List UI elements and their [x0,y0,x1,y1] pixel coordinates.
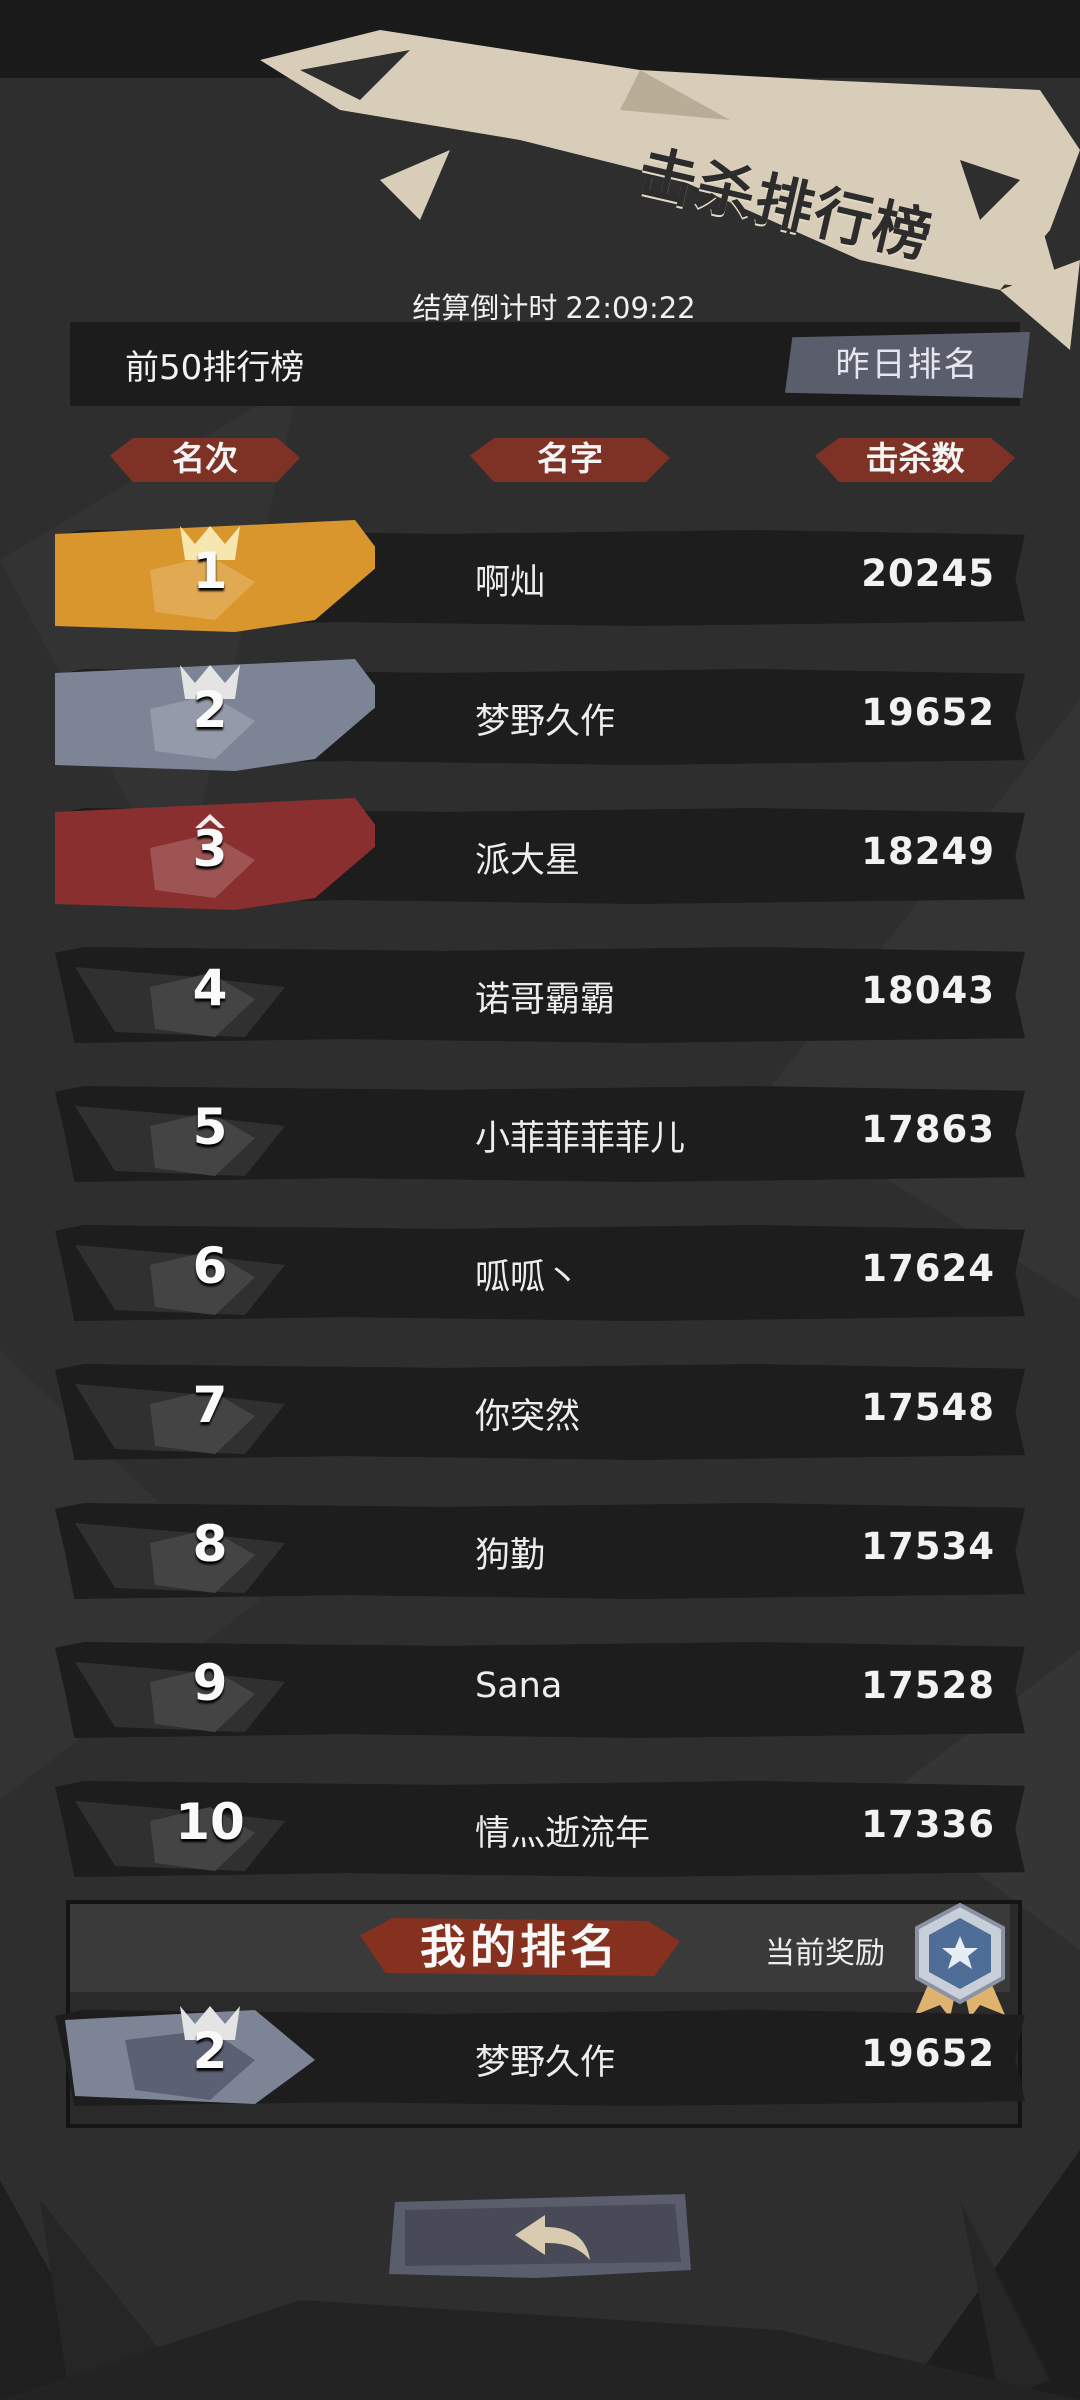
settlement-countdown: 结算倒计时 22:09:22 [330,285,770,327]
kill-count: 17336 [861,1803,995,1846]
countdown-label: 结算倒计时 [412,291,558,325]
table-row: 8 狗勤 17534 [55,1493,1025,1605]
back-button[interactable] [385,2190,695,2280]
player-name: 小菲菲菲菲儿 [475,1119,686,1159]
player-name: Sana [475,1666,563,1706]
table-row: 2 梦野久作 19652 [55,659,1025,771]
kill-count: 17863 [861,1108,995,1151]
column-header-kills: 击杀数 [815,432,1015,486]
column-header-rank: 名次 [110,432,300,486]
kill-count: 17534 [861,1525,995,1568]
rank-number: 4 [192,959,228,1017]
my-ranking-title: 我的排名 [360,1912,680,1982]
kill-count: 20245 [861,552,995,595]
rank-number: 8 [192,1515,228,1573]
yesterday-ranking-button[interactable]: 昨日排名 [785,332,1030,398]
column-header-name: 名字 [470,432,670,486]
countdown-time: 22:09:22 [565,291,696,325]
table-row: 3 派大星 18249 [55,798,1025,910]
player-name: 你突然 [475,1397,581,1437]
rank-number: 7 [192,1376,228,1434]
my-kill-count: 19652 [861,2032,995,2075]
rank-number: 9 [192,1654,228,1712]
kill-count: 17624 [861,1247,995,1290]
kill-count: 17548 [861,1386,995,1429]
kill-count: 19652 [861,691,995,734]
kill-count: 17528 [861,1664,995,1707]
current-reward-label: 当前奖励 [765,1936,885,1971]
rank-number: 5 [192,1098,228,1156]
table-row: 7 你突然 17548 [55,1354,1025,1466]
player-name: 诺哥霸霸 [475,980,616,1020]
rank-number: 6 [192,1237,228,1295]
rank-number: 10 [175,1793,245,1851]
player-name: 狗勤 [475,1536,546,1576]
rank-number: 2 [192,681,228,739]
player-name: 呱呱丶 [475,1258,581,1298]
table-row: 6 呱呱丶 17624 [55,1215,1025,1327]
table-row: 1 啊灿 20245 [55,520,1025,632]
player-name: 啊灿 [475,563,546,603]
player-name: 情灬逝流年 [475,1814,651,1854]
table-row: 10 情灬逝流年 17336 [55,1771,1025,1883]
table-row: 5 小菲菲菲菲儿 17863 [55,1076,1025,1188]
table-row: 4 诺哥霸霸 18043 [55,937,1025,1049]
my-player-name: 梦野久作 [475,2043,616,2083]
player-name: 派大星 [475,841,581,881]
top50-label: 前50排行榜 [125,348,305,388]
rank-number: 1 [192,542,228,600]
rank-number: 3 [192,820,228,878]
player-name: 梦野久作 [475,702,616,742]
my-rank-number: 2 [192,2022,228,2080]
my-ranking-row: 2 梦野久作 19652 [55,2000,1025,2112]
kill-count: 18249 [861,830,995,873]
kill-count: 18043 [861,969,995,1012]
table-row: 9 Sana 17528 [55,1632,1025,1744]
